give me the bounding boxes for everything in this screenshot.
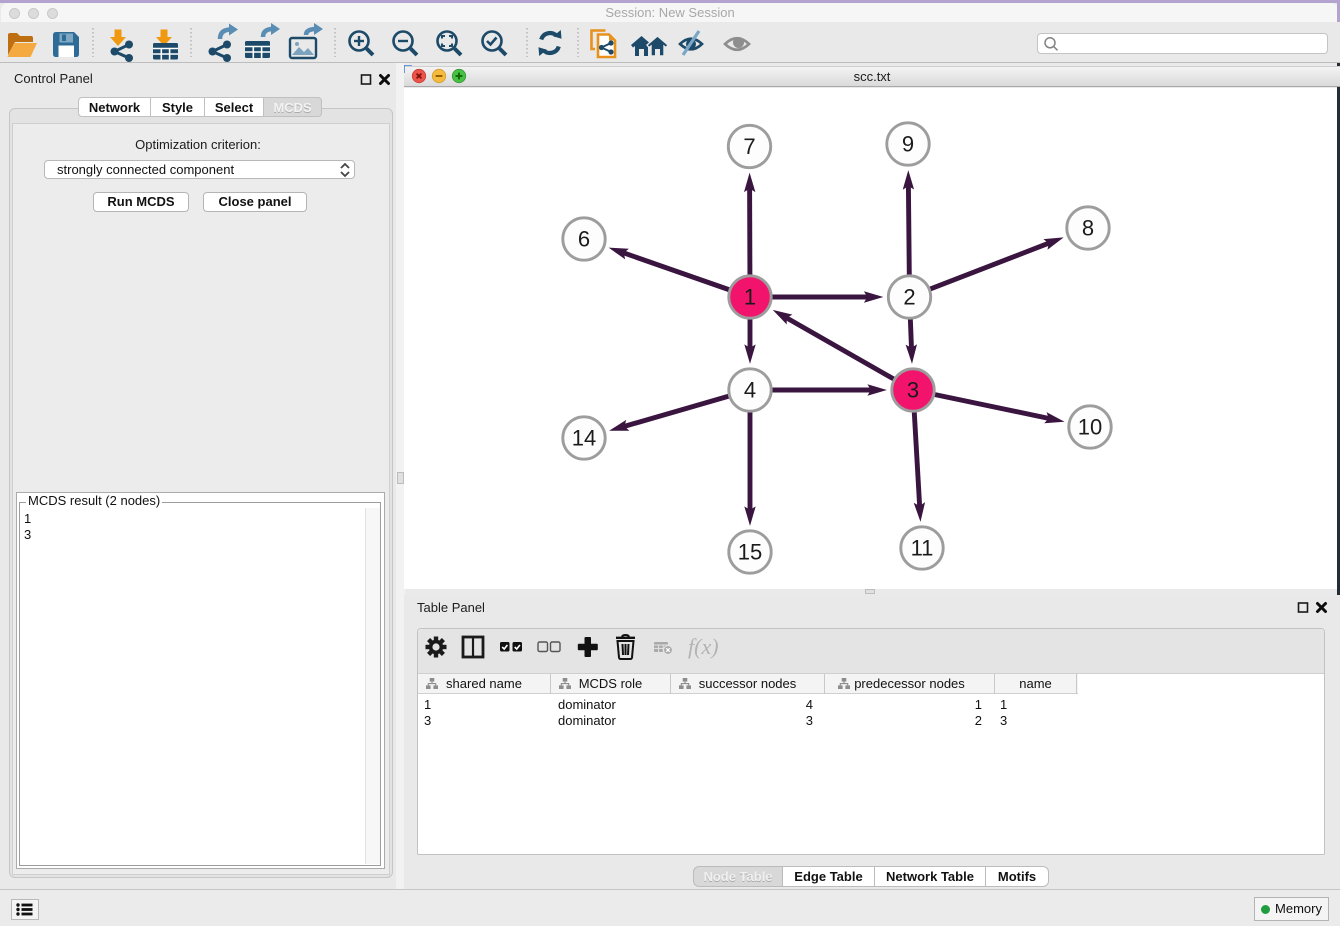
svg-text:1: 1 [744,285,756,310]
svg-text:8: 8 [1082,216,1094,241]
svg-text:6: 6 [578,227,590,252]
svg-text:2: 2 [903,285,915,310]
svg-text:14: 14 [572,426,596,451]
svg-text:15: 15 [738,540,762,565]
svg-text:3: 3 [907,378,919,403]
svg-text:4: 4 [744,378,756,403]
svg-text:10: 10 [1078,415,1102,440]
svg-text:7: 7 [743,134,755,159]
svg-text:9: 9 [902,132,914,157]
svg-text:f(x): f(x) [688,634,719,659]
svg-text:11: 11 [911,536,934,561]
